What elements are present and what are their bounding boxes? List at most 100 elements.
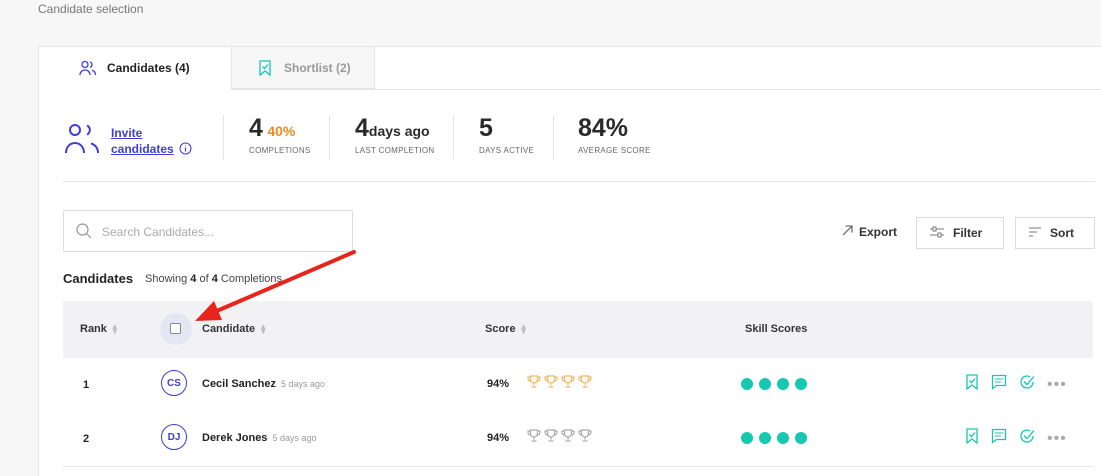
row-rank: 2 — [83, 433, 90, 445]
avatar: CS — [161, 370, 187, 396]
tab-candidates-label: Candidates (4) — [107, 61, 190, 75]
export-button[interactable]: Export — [842, 225, 897, 239]
days-active-caption: DAYS ACTIVE — [479, 146, 535, 155]
shortlist-icon[interactable] — [965, 374, 979, 395]
column-candidate[interactable]: Candidate ▲ ▼ — [202, 322, 268, 336]
tab-candidates[interactable]: Candidates (4) — [39, 47, 231, 89]
column-score-label: Score — [485, 323, 516, 335]
shortlist-icon[interactable] — [965, 428, 979, 449]
trophy-icon — [561, 429, 575, 447]
last-completion-value: 4 — [355, 114, 369, 142]
total-count: 4 — [211, 273, 218, 285]
average-score-value: 84% — [578, 114, 629, 142]
skill-dot — [777, 432, 789, 444]
showing-count: Showing 4 of 4 Completions — [145, 273, 282, 285]
trophy-icon — [527, 429, 541, 447]
completions-caption: COMPLETIONS — [249, 146, 311, 155]
skill-dot — [741, 432, 753, 444]
select-all-checkbox[interactable] — [170, 323, 181, 334]
trophy-icon — [544, 375, 558, 393]
column-skills: Skill Scores — [745, 323, 807, 335]
skill-dot — [759, 432, 771, 444]
info-icon[interactable] — [179, 142, 192, 160]
tab-bar: Candidates (4) Shortlist (2) — [39, 47, 375, 89]
stats-divider — [223, 115, 224, 159]
completions-value: 4 — [249, 114, 263, 142]
sort-arrows-icon: ▲ ▼ — [110, 322, 119, 336]
stat-average-score: 84% AVERAGE SCORE — [578, 113, 651, 163]
comment-icon[interactable] — [991, 428, 1007, 449]
stat-completions: 4 40% COMPLETIONS — [249, 113, 311, 163]
candidate-name: Derek Jones — [202, 432, 268, 444]
search-input[interactable] — [100, 221, 344, 243]
search-icon — [76, 223, 92, 244]
bookmark-check-icon — [258, 60, 272, 79]
invite-users-icon[interactable] — [65, 123, 101, 160]
stat-last-completion: 4days ago LAST COMPLETION — [355, 113, 434, 163]
days-active-value: 5 — [479, 114, 493, 142]
candidates-heading: Candidates — [63, 271, 134, 286]
candidate-name-cell[interactable]: Derek Jones 5 days ago — [202, 432, 316, 444]
trophy-icon — [527, 375, 541, 393]
average-score-caption: AVERAGE SCORE — [578, 146, 651, 155]
completed-when: 5 days ago — [272, 433, 317, 443]
shown-count: 4 — [190, 273, 197, 285]
tab-shortlist[interactable]: Shortlist (2) — [231, 47, 375, 89]
filter-button[interactable]: Filter — [916, 217, 1004, 249]
invite-line-2: candidates — [111, 142, 174, 156]
export-arrow-icon — [842, 225, 853, 239]
showing-suffix: Completions — [220, 273, 283, 285]
select-all-checkbox-wrap[interactable] — [160, 313, 192, 345]
last-completion-suffix: days ago — [368, 123, 430, 139]
table-row[interactable]: 1 CS Cecil Sanchez 5 days ago 94% ••• — [63, 358, 1093, 413]
candidate-name-cell[interactable]: Cecil Sanchez 5 days ago — [202, 378, 325, 390]
review-check-icon[interactable] — [1019, 374, 1035, 395]
users-icon — [79, 60, 97, 79]
row-rank: 1 — [83, 379, 90, 391]
trophy-icon — [544, 429, 558, 447]
candidates-panel: Candidates (4) Shortlist (2) Invite cand… — [38, 46, 1101, 476]
trophy-rating — [527, 429, 592, 447]
filter-sliders-icon — [929, 226, 945, 241]
table-header: Rank ▲ ▼ Candidate ▲ ▼ Score ▲ ▼ Skill Scor… — [63, 301, 1093, 358]
column-rank[interactable]: Rank ▲ ▼ — [80, 322, 119, 336]
search-box[interactable] — [63, 210, 353, 252]
avatar: DJ — [161, 424, 187, 450]
table-row[interactable]: 2 DJ Derek Jones 5 days ago 94% ••• — [63, 412, 1093, 467]
row-actions: ••• — [965, 374, 1067, 395]
column-skills-label: Skill Scores — [745, 323, 808, 335]
sort-button[interactable]: Sort — [1015, 217, 1095, 249]
more-options-icon[interactable]: ••• — [1047, 430, 1067, 446]
column-score[interactable]: Score ▲ ▼ — [485, 322, 528, 336]
candidate-name: Cecil Sanchez — [202, 378, 276, 390]
skill-dot — [777, 378, 789, 390]
stats-divider — [553, 115, 554, 159]
stats-divider — [329, 115, 330, 159]
tab-shortlist-label: Shortlist (2) — [284, 60, 351, 75]
review-check-icon[interactable] — [1019, 428, 1035, 449]
invite-line-1: Invite — [111, 126, 143, 140]
filter-label: Filter — [953, 226, 983, 240]
sort-label: Sort — [1050, 226, 1074, 240]
row-score: 94% — [487, 378, 510, 390]
stats-bar: Invite candidates 4 40% COMPLETIONS 4day… — [63, 113, 1063, 163]
showing-prefix: Showing — [145, 273, 188, 285]
skill-scores — [741, 378, 807, 390]
completed-when: 5 days ago — [280, 379, 326, 389]
section-divider — [63, 181, 1095, 182]
trophy-icon — [561, 375, 575, 393]
more-options-icon[interactable]: ••• — [1047, 376, 1067, 392]
skill-dot — [795, 432, 807, 444]
stat-days-active: 5 DAYS ACTIVE — [479, 113, 534, 163]
invite-candidates-link[interactable]: Invite candidates — [111, 125, 174, 157]
export-label: Export — [859, 225, 898, 239]
column-rank-label: Rank — [80, 323, 107, 335]
completions-percent: 40% — [267, 123, 296, 139]
trophy-rating — [527, 375, 592, 393]
row-actions: ••• — [965, 428, 1067, 449]
sort-lines-icon — [1028, 226, 1042, 240]
skill-dot — [795, 378, 807, 390]
sort-arrows-icon: ▲ ▼ — [519, 322, 528, 336]
comment-icon[interactable] — [991, 374, 1007, 395]
sort-arrows-icon: ▲ ▼ — [259, 322, 268, 336]
